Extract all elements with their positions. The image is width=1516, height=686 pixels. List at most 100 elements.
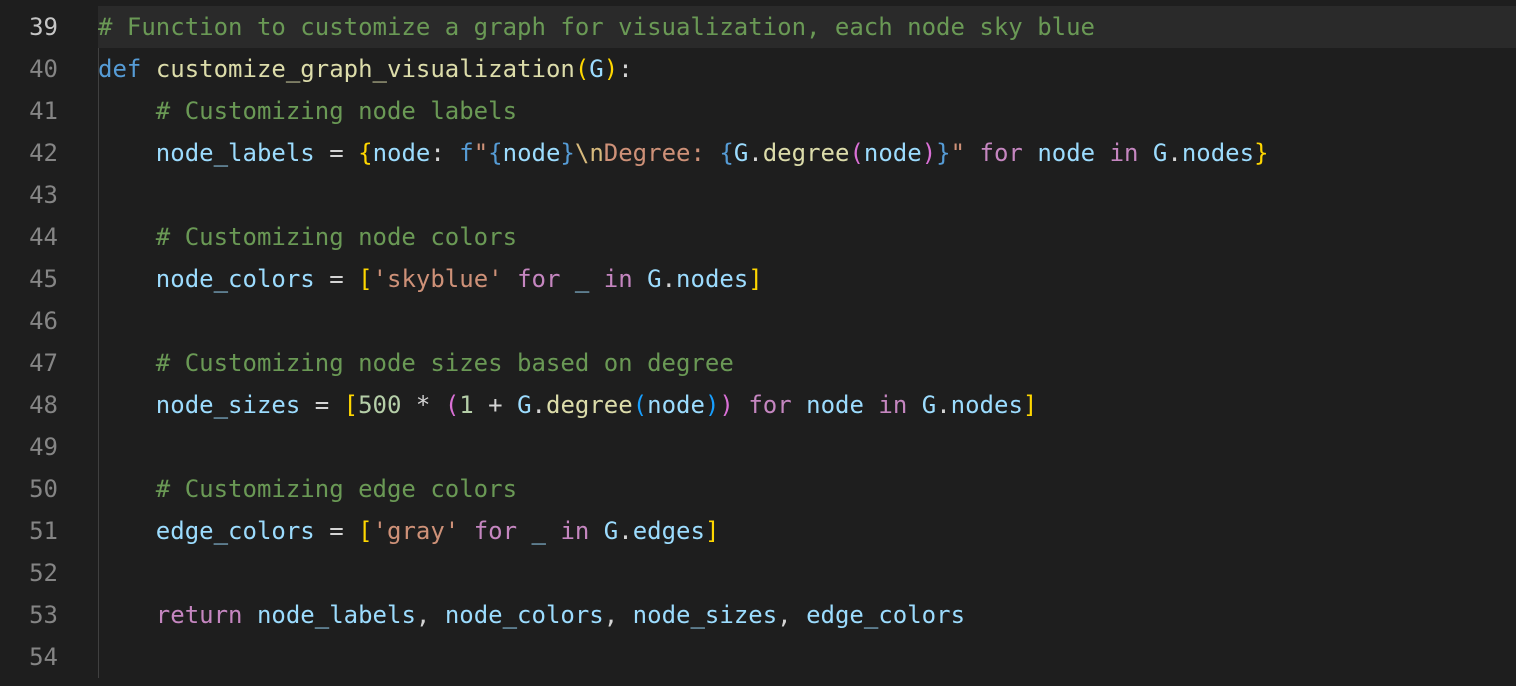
code-line[interactable] (98, 552, 1516, 594)
code-token (98, 601, 156, 629)
code-line[interactable]: # Customizing node sizes based on degree (98, 342, 1516, 384)
code-token: ] (705, 517, 719, 545)
code-token: node_colors (156, 265, 315, 293)
code-token (546, 517, 560, 545)
code-token: nodes (951, 391, 1023, 419)
code-token (98, 391, 156, 419)
code-token: ) (922, 139, 936, 167)
code-token: 'gray' (373, 517, 460, 545)
code-token: ] (1023, 391, 1037, 419)
code-token: ( (575, 55, 589, 83)
code-token: : (618, 55, 632, 83)
line-number: 49 (0, 426, 58, 468)
code-token: { (488, 139, 502, 167)
code-line[interactable]: edge_colors = ['gray' for _ in G.edges] (98, 510, 1516, 552)
code-area[interactable]: # Function to customize a graph for visu… (78, 0, 1516, 686)
code-token: ] (748, 265, 762, 293)
code-token: node_sizes (156, 391, 301, 419)
code-token (98, 265, 156, 293)
code-token (243, 601, 257, 629)
code-token: [ (358, 265, 372, 293)
code-token: ) (719, 391, 733, 419)
code-line[interactable]: # Customizing node labels (98, 90, 1516, 132)
code-token: { (358, 139, 372, 167)
code-token: in (878, 391, 907, 419)
line-number: 46 (0, 300, 58, 342)
code-token: : (430, 139, 459, 167)
code-token (98, 223, 156, 251)
code-token: . (748, 139, 762, 167)
code-token: . (1167, 139, 1181, 167)
code-token: } (936, 139, 950, 167)
line-number: 51 (0, 510, 58, 552)
code-token: , (604, 601, 633, 629)
code-token (1095, 139, 1109, 167)
code-token: . (618, 517, 632, 545)
code-token: \n (575, 139, 604, 167)
line-number: 39 (0, 6, 58, 48)
code-token: { (719, 139, 733, 167)
code-token: G (922, 391, 936, 419)
code-token (633, 265, 647, 293)
code-token (589, 265, 603, 293)
code-token: } (560, 139, 574, 167)
code-token (98, 349, 156, 377)
line-number: 42 (0, 132, 58, 174)
code-line[interactable]: # Customizing edge colors (98, 468, 1516, 510)
code-token: . (532, 391, 546, 419)
code-token: " (951, 139, 965, 167)
code-line[interactable] (98, 426, 1516, 468)
code-line[interactable]: def customize_graph_visualization(G): (98, 48, 1516, 90)
code-token: = (315, 265, 358, 293)
code-line[interactable] (98, 300, 1516, 342)
code-token: Degree: (604, 139, 720, 167)
line-number: 40 (0, 48, 58, 90)
code-token: # Function to customize a graph for visu… (98, 13, 1095, 41)
code-token (141, 55, 155, 83)
code-token: node (647, 391, 705, 419)
code-token: # Customizing node labels (156, 97, 517, 125)
code-line[interactable]: # Customizing node colors (98, 216, 1516, 258)
line-number: 54 (0, 636, 58, 678)
code-line[interactable]: node_colors = ['skyblue' for _ in G.node… (98, 258, 1516, 300)
code-line[interactable]: node_labels = {node: f"{node}\nDegree: {… (98, 132, 1516, 174)
code-token: _ (575, 265, 589, 293)
code-token: ) (604, 55, 618, 83)
code-token (589, 517, 603, 545)
code-token: 500 (358, 391, 401, 419)
code-line[interactable]: node_sizes = [500 * (1 + G.degree(node))… (98, 384, 1516, 426)
code-editor[interactable]: 39404142434445464748495051525354 # Funct… (0, 0, 1516, 686)
code-token: ( (633, 391, 647, 419)
code-token: ( (445, 391, 459, 419)
code-token: = (315, 517, 358, 545)
code-token (459, 517, 473, 545)
code-token: node (864, 139, 922, 167)
code-token: nodes (676, 265, 748, 293)
code-token: nodes (1182, 139, 1254, 167)
code-token: _ (532, 517, 546, 545)
code-token: " (474, 139, 488, 167)
code-token: in (1110, 139, 1139, 167)
code-line[interactable]: return node_labels, node_colors, node_si… (98, 594, 1516, 636)
code-token: def (98, 55, 141, 83)
code-line[interactable] (98, 174, 1516, 216)
code-token: } (1254, 139, 1268, 167)
code-token: f (459, 139, 473, 167)
code-token: 1 (459, 391, 473, 419)
code-line[interactable] (98, 636, 1516, 678)
code-line[interactable]: # Function to customize a graph for visu… (98, 6, 1516, 48)
code-token: node_sizes (633, 601, 778, 629)
code-token (864, 391, 878, 419)
code-token: * (401, 391, 444, 419)
code-token: return (156, 601, 243, 629)
code-token (907, 391, 921, 419)
code-token: G (1153, 139, 1167, 167)
code-token: ) (705, 391, 719, 419)
code-token (98, 139, 156, 167)
code-token: for (748, 391, 791, 419)
code-token: # Customizing node sizes based on degree (156, 349, 734, 377)
code-token (503, 265, 517, 293)
code-token: G (734, 139, 748, 167)
code-token: = (300, 391, 343, 419)
line-number-gutter: 39404142434445464748495051525354 (0, 0, 78, 686)
